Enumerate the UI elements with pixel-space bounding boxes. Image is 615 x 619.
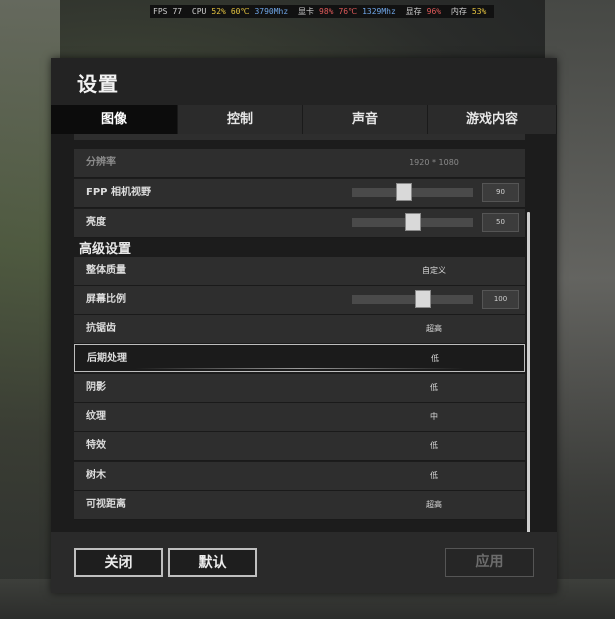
page-title: 设置 [77,72,119,96]
anti-aliasing-label: 抗锯齿 [86,323,116,334]
fpp-fov-input[interactable]: 90 [482,183,519,202]
screen-scale-label: 屏幕比例 [86,294,126,305]
textures-value: 中 [430,412,438,421]
shadows-row[interactable]: 阴影 低 [74,374,525,403]
gpu-clock: 1329Mhz [362,7,396,16]
post-processing-row[interactable]: 后期处理 低 [74,344,525,372]
fps-value: 77 [172,7,183,16]
mem-label: 内存 [450,7,467,16]
screen-scale-row: 屏幕比例 100 [74,286,525,315]
foliage-label: 树木 [86,470,106,481]
effects-value: 低 [430,441,438,450]
fpp-fov-label: FPP 相机视野 [86,187,151,198]
advanced-settings-heading: 高级设置 [79,242,132,257]
brightness-row: 亮度 50 [74,209,525,238]
settings-panel: 设置 图像 控制 声音 游戏内容 分辨率 1920 * 1080 FPP 相机视… [51,58,558,593]
anti-aliasing-row[interactable]: 抗锯齿 超高 [74,315,525,344]
post-processing-label: 后期处理 [87,353,127,364]
cpu-label: CPU [191,7,207,16]
tab-sound[interactable]: 声音 [303,105,429,134]
fps-label: FPS [153,7,168,16]
post-processing-value: 低 [431,354,439,363]
mem-usage: 53% [471,7,487,16]
view-distance-value: 超高 [426,500,442,509]
default-button[interactable]: 默认 [168,548,257,577]
fpp-fov-slider[interactable] [352,183,473,201]
scrollbar[interactable] [527,212,530,532]
cpu-usage: 52% [211,7,226,16]
cpu-clock: 3790Mhz [254,7,289,16]
apply-button[interactable]: 应用 [445,548,534,577]
tab-graphics[interactable]: 图像 [51,105,178,134]
effects-label: 特效 [86,440,106,451]
list-top-edge [74,134,525,140]
shadows-label: 阴影 [86,382,106,393]
performance-overlay: FPS 77 CPU 52% 60℃ 3790Mhz 显卡 98% 76℃ 1329Mhz 显… [150,5,495,18]
screen-scale-slider-thumb[interactable] [415,290,431,308]
footer-bar: 关闭 默认 应用 [51,532,557,593]
fpp-fov-slider-thumb[interactable] [396,183,412,201]
tab-gameplay[interactable]: 游戏内容 [428,105,558,134]
gpu-temp: 76℃ [338,7,358,16]
brightness-slider-thumb[interactable] [405,213,421,231]
textures-row[interactable]: 纹理 中 [74,403,525,432]
vram-label: 显存 [405,7,422,16]
overall-quality-row[interactable]: 整体质量 自定义 [74,257,525,286]
resolution-row[interactable]: 分辨率 1920 * 1080 [74,149,525,178]
foliage-value: 低 [430,471,438,480]
effects-row[interactable]: 特效 低 [74,432,525,461]
overall-quality-label: 整体质量 [86,265,126,276]
gpu-usage: 98% [319,7,334,16]
fpp-fov-row: FPP 相机视野 90 [74,179,525,208]
foliage-row[interactable]: 树木 低 [74,462,525,491]
textures-label: 纹理 [86,411,106,422]
cpu-temp: 60℃ [230,7,250,16]
vram-usage: 96% [426,7,442,16]
tab-bar: 图像 控制 声音 游戏内容 [51,105,558,134]
anti-aliasing-value: 超高 [426,324,442,333]
gpu-label: 显卡 [298,7,314,16]
screen-scale-input[interactable]: 100 [482,290,519,309]
screen-scale-slider[interactable] [352,290,473,308]
tab-controls[interactable]: 控制 [178,105,304,134]
settings-content: 分辨率 1920 * 1080 FPP 相机视野 90 亮度 50 整体质量 自… [51,134,557,532]
title-bar: 设置 [51,58,557,105]
view-distance-row[interactable]: 可视距离 超高 [74,491,525,520]
close-button[interactable]: 关闭 [74,548,163,577]
brightness-input[interactable]: 50 [482,213,519,232]
brightness-slider[interactable] [352,213,473,231]
shadows-value: 低 [430,383,438,392]
view-distance-label: 可视距离 [86,499,126,510]
brightness-label: 亮度 [86,217,106,228]
resolution-label: 分辨率 [86,157,116,168]
resolution-value: 1920 * 1080 [409,158,459,167]
overall-quality-value: 自定义 [422,266,446,275]
